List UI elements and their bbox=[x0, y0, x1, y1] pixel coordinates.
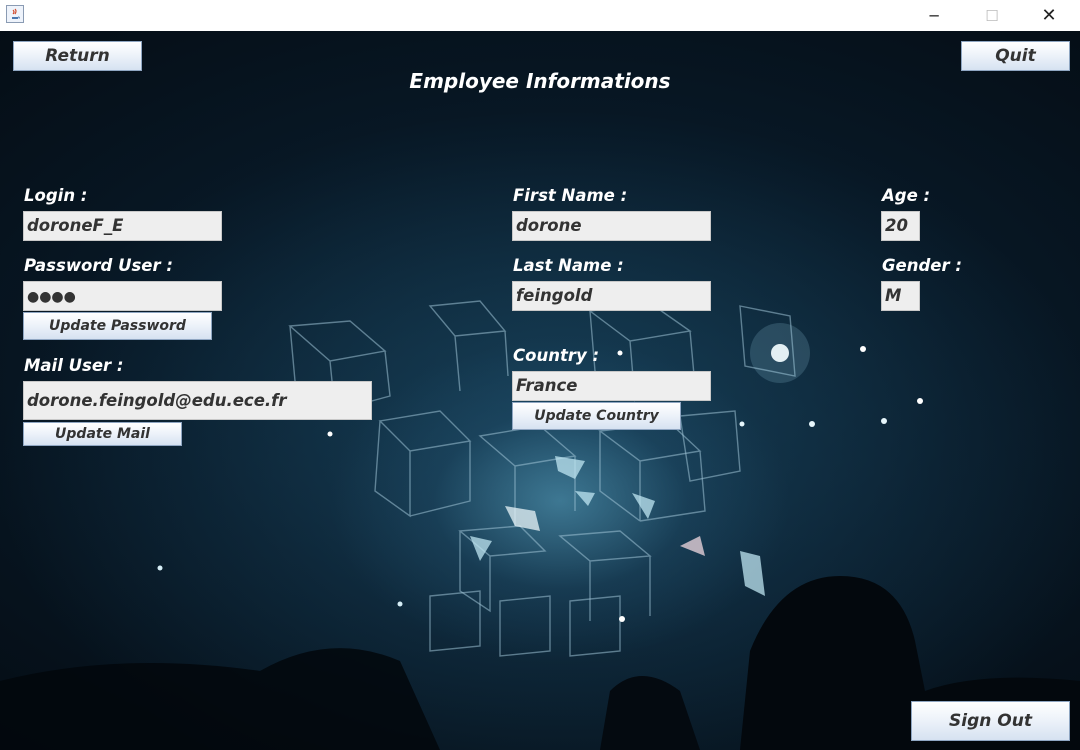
window-titlebar: ─ ☐ ✕ bbox=[0, 0, 1080, 31]
close-button[interactable]: ✕ bbox=[1026, 0, 1072, 31]
maximize-icon: ☐ bbox=[985, 6, 999, 25]
last-name-label: Last Name : bbox=[513, 256, 624, 275]
update-password-label: Update Password bbox=[49, 318, 186, 334]
password-value: ●●●● bbox=[27, 289, 76, 305]
gender-label: Gender : bbox=[882, 256, 962, 275]
update-country-label: Update Country bbox=[534, 408, 659, 424]
return-button[interactable]: Return bbox=[13, 41, 142, 71]
close-icon: ✕ bbox=[1041, 5, 1057, 26]
update-mail-label: Update Mail bbox=[55, 426, 150, 442]
update-country-button[interactable]: Update Country bbox=[512, 402, 681, 430]
first-name-label: First Name : bbox=[513, 186, 628, 205]
page-title: Employee Informations bbox=[409, 69, 671, 93]
password-label: Password User : bbox=[24, 256, 173, 275]
login-label: Login : bbox=[24, 186, 88, 205]
country-label: Country : bbox=[513, 346, 600, 365]
first-name-field[interactable]: dorone bbox=[512, 211, 711, 241]
minimize-button[interactable]: ─ bbox=[911, 0, 957, 31]
main-panel: Return Employee Informations Quit Login … bbox=[0, 31, 1080, 750]
quit-button-label: Quit bbox=[995, 46, 1036, 66]
mail-field[interactable]: dorone.feingold@edu.ece.fr bbox=[23, 381, 372, 420]
gender-field[interactable]: M bbox=[881, 281, 920, 311]
minimize-icon: ─ bbox=[929, 6, 939, 25]
maximize-button[interactable]: ☐ bbox=[969, 0, 1015, 31]
country-field[interactable]: France bbox=[512, 371, 711, 401]
update-password-button[interactable]: Update Password bbox=[23, 312, 212, 340]
update-mail-button[interactable]: Update Mail bbox=[23, 422, 182, 446]
password-field[interactable]: ●●●● bbox=[23, 281, 222, 311]
age-field[interactable]: 20 bbox=[881, 211, 920, 241]
sign-out-label: Sign Out bbox=[949, 711, 1032, 731]
last-name-field[interactable]: feingold bbox=[512, 281, 711, 311]
age-label: Age : bbox=[882, 186, 931, 205]
java-icon bbox=[6, 5, 24, 23]
mail-label: Mail User : bbox=[24, 356, 124, 375]
quit-button[interactable]: Quit bbox=[961, 41, 1070, 71]
return-button-label: Return bbox=[45, 46, 110, 66]
login-field[interactable]: doroneF_E bbox=[23, 211, 222, 241]
sign-out-button[interactable]: Sign Out bbox=[911, 701, 1070, 741]
